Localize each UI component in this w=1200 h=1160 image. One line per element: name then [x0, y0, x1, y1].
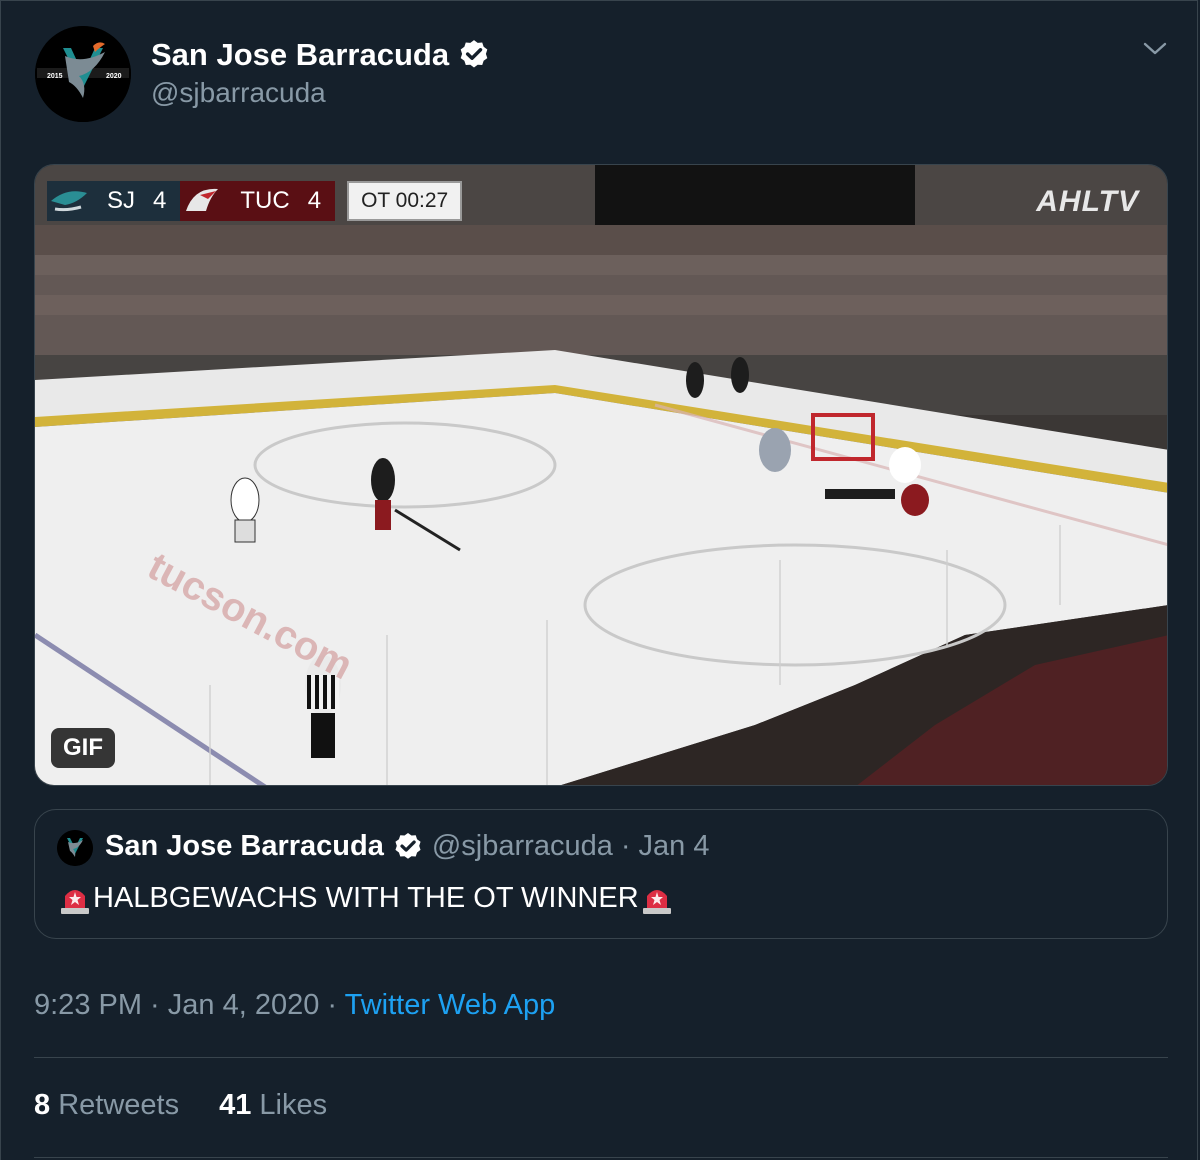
game-clock: OT 00:27 [347, 181, 463, 221]
quoted-author-name: San Jose Barracuda [105, 830, 384, 862]
quoted-header: San Jose Barracuda @sjbarracuda · Jan 4 [105, 830, 710, 863]
retweets-count: 8 [34, 1089, 51, 1121]
quoted-tweet[interactable]: San Jose Barracuda @sjbarracuda · Jan 4 … [34, 809, 1168, 939]
quoted-text-body: HALBGEWACHS WITH THE OT WINNER [93, 881, 639, 914]
author-avatar[interactable]: 2015 2020 [35, 26, 131, 122]
avatar-year-left: 2015 [47, 73, 63, 80]
verified-badge-icon [395, 832, 421, 859]
broadcaster-logo: AHLTV [1036, 185, 1139, 218]
gif-badge: GIF [51, 728, 115, 768]
team1-score: 4 [153, 187, 167, 214]
engagement-stats: 8 Retweets 41 Likes [34, 1089, 327, 1122]
divider [34, 1157, 1168, 1158]
divider [34, 1057, 1168, 1058]
team2-score: 4 [307, 187, 322, 214]
quoted-author-avatar [57, 830, 93, 866]
quoted-date: · Jan 4 [620, 830, 710, 862]
avatar-year-right: 2020 [106, 73, 122, 80]
barracuda-logo-icon: 2015 2020 [35, 26, 131, 122]
chevron-down-icon[interactable] [1141, 37, 1169, 61]
likes-label: Likes [259, 1089, 328, 1121]
tweet-media-gif[interactable]: tucson.com SJ 4 TUC 4 OT 00:27 AHLTV GIF [34, 164, 1168, 786]
scorebug: SJ 4 TUC 4 OT 00:27 [47, 181, 463, 221]
author-name[interactable]: San Jose Barracuda [151, 37, 491, 73]
hockey-rink-scene: tucson.com [35, 165, 1167, 785]
quoted-author-handle: @sjbarracuda [431, 830, 613, 862]
quoted-text: HALBGEWACHS WITH THE OT WINNER [57, 880, 675, 916]
tweet-card: 2015 2020 San Jose Barracuda @sjbarracud… [0, 0, 1198, 1160]
scorebug-team2: TUC 4 [180, 181, 336, 221]
barracuda-logo-icon [57, 830, 93, 866]
police-light-icon [642, 890, 671, 914]
team1-abbrev: SJ [107, 187, 136, 214]
author-handle[interactable]: @sjbarracuda [151, 77, 326, 109]
roadrunner-team-icon [186, 188, 219, 211]
retweets-label: Retweets [58, 1089, 180, 1121]
tweet-meta: 9:23 PM · Jan 4, 2020 · Twitter Web App [34, 989, 555, 1022]
likes-count: 41 [219, 1089, 252, 1121]
verified-badge-icon [460, 40, 488, 68]
tweet-source-link[interactable]: Twitter Web App [345, 989, 556, 1021]
team2-abbrev: TUC [240, 187, 290, 214]
tweet-timestamp[interactable]: 9:23 PM · Jan 4, 2020 · [34, 989, 345, 1021]
likes-stat[interactable]: 41 Likes [219, 1089, 327, 1122]
barracuda-team-icon [51, 191, 87, 212]
scorebug-team1: SJ 4 [47, 181, 181, 221]
police-light-icon [61, 890, 89, 914]
retweets-stat[interactable]: 8 Retweets [34, 1089, 179, 1122]
author-name-text: San Jose Barracuda [151, 37, 450, 72]
